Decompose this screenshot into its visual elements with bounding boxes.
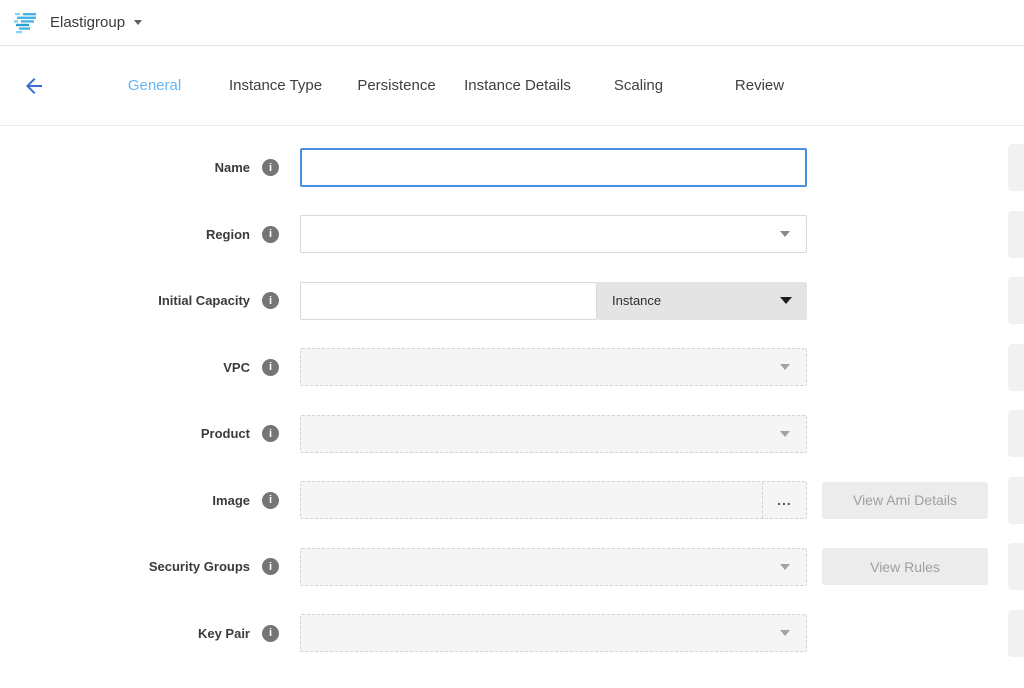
view-rules-button[interactable]: View Rules [822,548,988,585]
cutoff-field-edge [1008,477,1024,524]
top-app-bar: Elastigroup [0,0,1024,46]
product-select [300,415,807,453]
info-icon[interactable]: i [262,359,279,376]
product-label: Product [0,426,250,441]
chevron-down-icon [780,231,790,237]
info-icon[interactable]: i [262,558,279,575]
cutoff-field-edge [1008,610,1024,657]
cutoff-field-edge [1008,277,1024,324]
cutoff-field-edge [1008,543,1024,590]
capacity-unit-value: Instance [612,293,780,308]
tab-instance-details[interactable]: Instance Details [457,77,578,94]
capacity-unit-select[interactable]: Instance [597,282,807,320]
back-arrow-icon [22,74,46,98]
vpc-label: VPC [0,360,250,375]
wizard-tabs: General Instance Type Persistence Instan… [94,77,820,94]
form-row-security-groups: Security Groups i View Rules [0,547,1024,586]
chevron-down-icon [780,564,790,570]
form-row-product: Product i [0,414,1024,453]
cutoff-field-edge [1008,211,1024,258]
form-row-image: Image i ... View Ami Details [0,481,1024,520]
initial-capacity-label: Initial Capacity [0,293,250,308]
app-title[interactable]: Elastigroup [50,14,125,31]
image-label: Image [0,493,250,508]
tab-scaling[interactable]: Scaling [578,77,699,94]
info-icon[interactable]: i [262,159,279,176]
cutoff-field-edge [1008,410,1024,457]
info-icon[interactable]: i [262,425,279,442]
security-groups-label: Security Groups [0,559,250,574]
chevron-down-icon[interactable] [134,20,142,25]
image-value [301,482,762,518]
tab-instance-type[interactable]: Instance Type [215,77,336,94]
chevron-down-icon [780,431,790,437]
form-row-vpc: VPC i [0,348,1024,387]
form-row-name: Name i [0,148,1024,187]
tab-persistence[interactable]: Persistence [336,77,457,94]
info-icon[interactable]: i [262,292,279,309]
general-settings-form: Name i Region i Initial Capacity i Insta… [0,126,1024,653]
form-row-region: Region i [0,215,1024,254]
key-pair-select [300,614,807,652]
view-ami-details-button[interactable]: View Ami Details [822,482,988,519]
tab-review[interactable]: Review [699,77,820,94]
back-button[interactable] [20,72,48,100]
wizard-tab-bar: General Instance Type Persistence Instan… [0,46,1024,126]
vpc-select [300,348,807,386]
initial-capacity-input[interactable] [300,282,597,320]
tab-general[interactable]: General [94,77,215,94]
form-row-initial-capacity: Initial Capacity i Instance [0,281,1024,320]
image-input: ... [300,481,807,519]
browse-ellipsis-button[interactable]: ... [762,482,806,518]
info-icon[interactable]: i [262,226,279,243]
chevron-down-icon [780,630,790,636]
elastigroup-logo-icon [14,12,40,34]
info-icon[interactable]: i [262,625,279,642]
security-groups-select [300,548,807,586]
chevron-down-icon [780,364,790,370]
info-icon[interactable]: i [262,492,279,509]
region-label: Region [0,227,250,242]
cutoff-field-edge [1008,344,1024,391]
name-label: Name [0,160,250,175]
form-row-key-pair: Key Pair i [0,614,1024,653]
name-input[interactable] [300,148,807,187]
cutoff-field-edge [1008,144,1024,191]
region-select[interactable] [300,215,807,253]
chevron-down-icon [780,297,792,304]
key-pair-label: Key Pair [0,626,250,641]
